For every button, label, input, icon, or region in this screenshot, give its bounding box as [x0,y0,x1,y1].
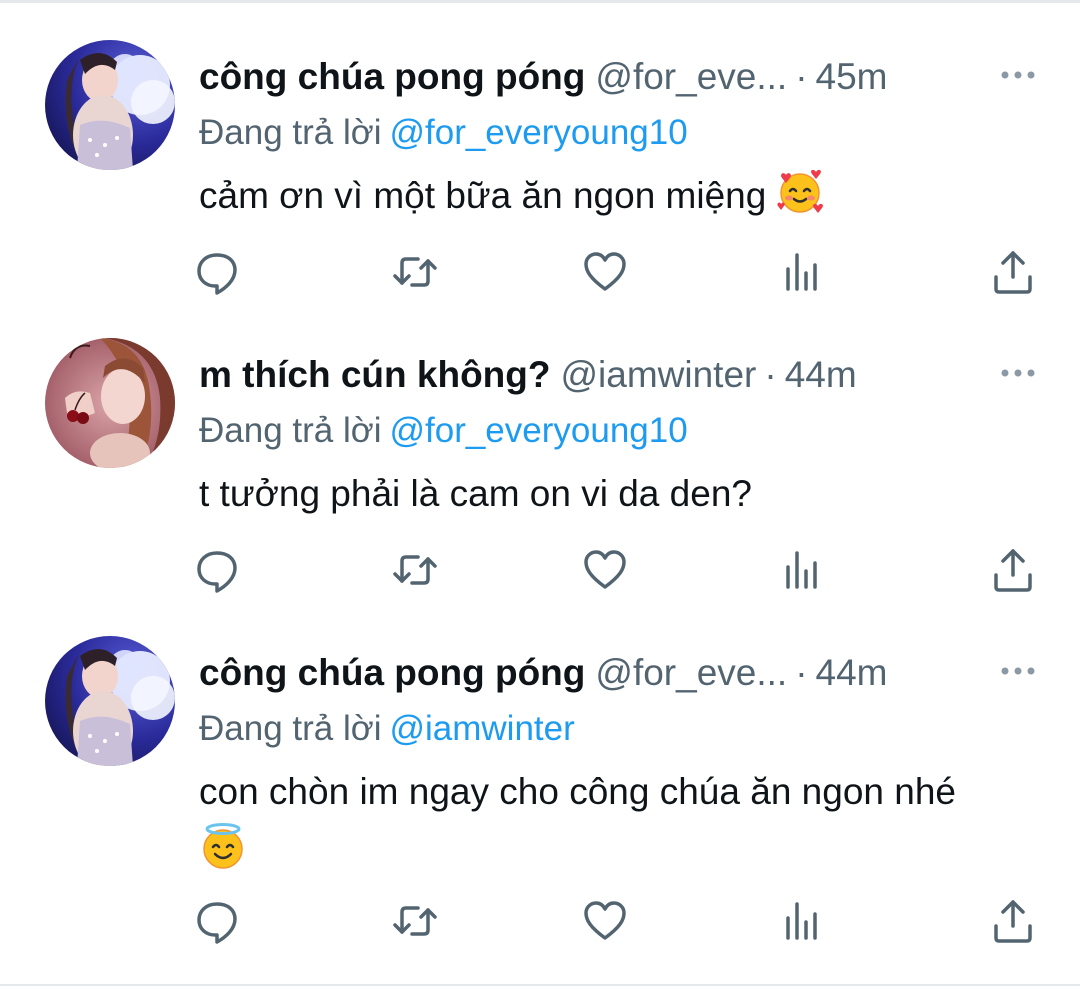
views-icon[interactable] [778,545,828,595]
user-handle[interactable]: @iamwinter [560,354,756,395]
more-icon[interactable] [998,366,1038,380]
replying-to-label: Đang trả lời [199,113,382,152]
separator-dot: · [795,56,808,97]
like-icon[interactable] [580,247,630,297]
views-icon[interactable] [778,247,828,297]
replying-to-line: Đang trả lời @for_everyoung10 [199,408,688,454]
display-name[interactable]: công chúa pong póng [199,652,585,693]
avatar[interactable] [45,338,175,468]
tweet-header: công chúa pong póng @for_eve... · 44m [199,650,888,696]
tweet-text: cảm ơn vì một bữa ăn ngon miệng [199,168,1049,232]
replying-to-label: Đang trả lời [199,709,382,748]
avatar[interactable] [45,40,175,170]
more-icon[interactable] [998,664,1038,678]
retweet-icon[interactable] [390,545,440,595]
top-divider [0,0,1080,3]
share-icon[interactable] [988,545,1038,595]
user-handle[interactable]: @for_eve... [595,56,787,97]
tweet-actions [0,896,1080,946]
timestamp[interactable]: 44m [816,652,888,693]
avatar[interactable] [45,636,175,766]
smiling-face-with-hearts-icon [776,168,824,232]
reply-icon[interactable] [192,896,242,946]
tweet-actions [0,545,1080,595]
share-icon[interactable] [988,247,1038,297]
mention-link[interactable]: @for_everyoung10 [389,411,687,450]
retweet-icon[interactable] [390,247,440,297]
tweet-text-content: con chòn im ngay cho công chúa ăn ngon n… [199,771,957,812]
display-name[interactable]: m thích cún không? [199,354,550,395]
views-icon[interactable] [778,896,828,946]
replying-to-line: Đang trả lời @iamwinter [199,706,575,752]
mention-link[interactable]: @iamwinter [389,709,574,748]
separator-dot: · [795,652,808,693]
tweet-text: t tưởng phải là cam on vi da den? [199,466,1049,522]
like-icon[interactable] [580,545,630,595]
bottom-divider [0,984,1080,986]
tweet-header: công chúa pong póng @for_eve... · 45m [199,54,888,100]
replying-to-label: Đang trả lời [199,411,382,450]
like-icon[interactable] [580,896,630,946]
reply-icon[interactable] [192,545,242,595]
tweet-text-content: t tưởng phải là cam on vi da den? [199,473,752,514]
reply-icon[interactable] [192,247,242,297]
tweet-actions [0,247,1080,297]
smiling-face-with-halo-icon [199,822,247,886]
separator-dot: · [764,354,777,395]
more-icon[interactable] [998,68,1038,82]
timestamp[interactable]: 44m [785,354,857,395]
user-handle[interactable]: @for_eve... [595,652,787,693]
timestamp[interactable]: 45m [816,56,888,97]
mention-link[interactable]: @for_everyoung10 [389,113,687,152]
tweet-header: m thích cún không? @iamwinter · 44m [199,352,857,398]
replying-to-line: Đang trả lời @for_everyoung10 [199,110,688,156]
tweet-text: con chòn im ngay cho công chúa ăn ngon n… [199,764,1049,886]
retweet-icon[interactable] [390,896,440,946]
share-icon[interactable] [988,896,1038,946]
tweet-text-content: cảm ơn vì một bữa ăn ngon miệng [199,175,767,216]
display-name[interactable]: công chúa pong póng [199,56,585,97]
